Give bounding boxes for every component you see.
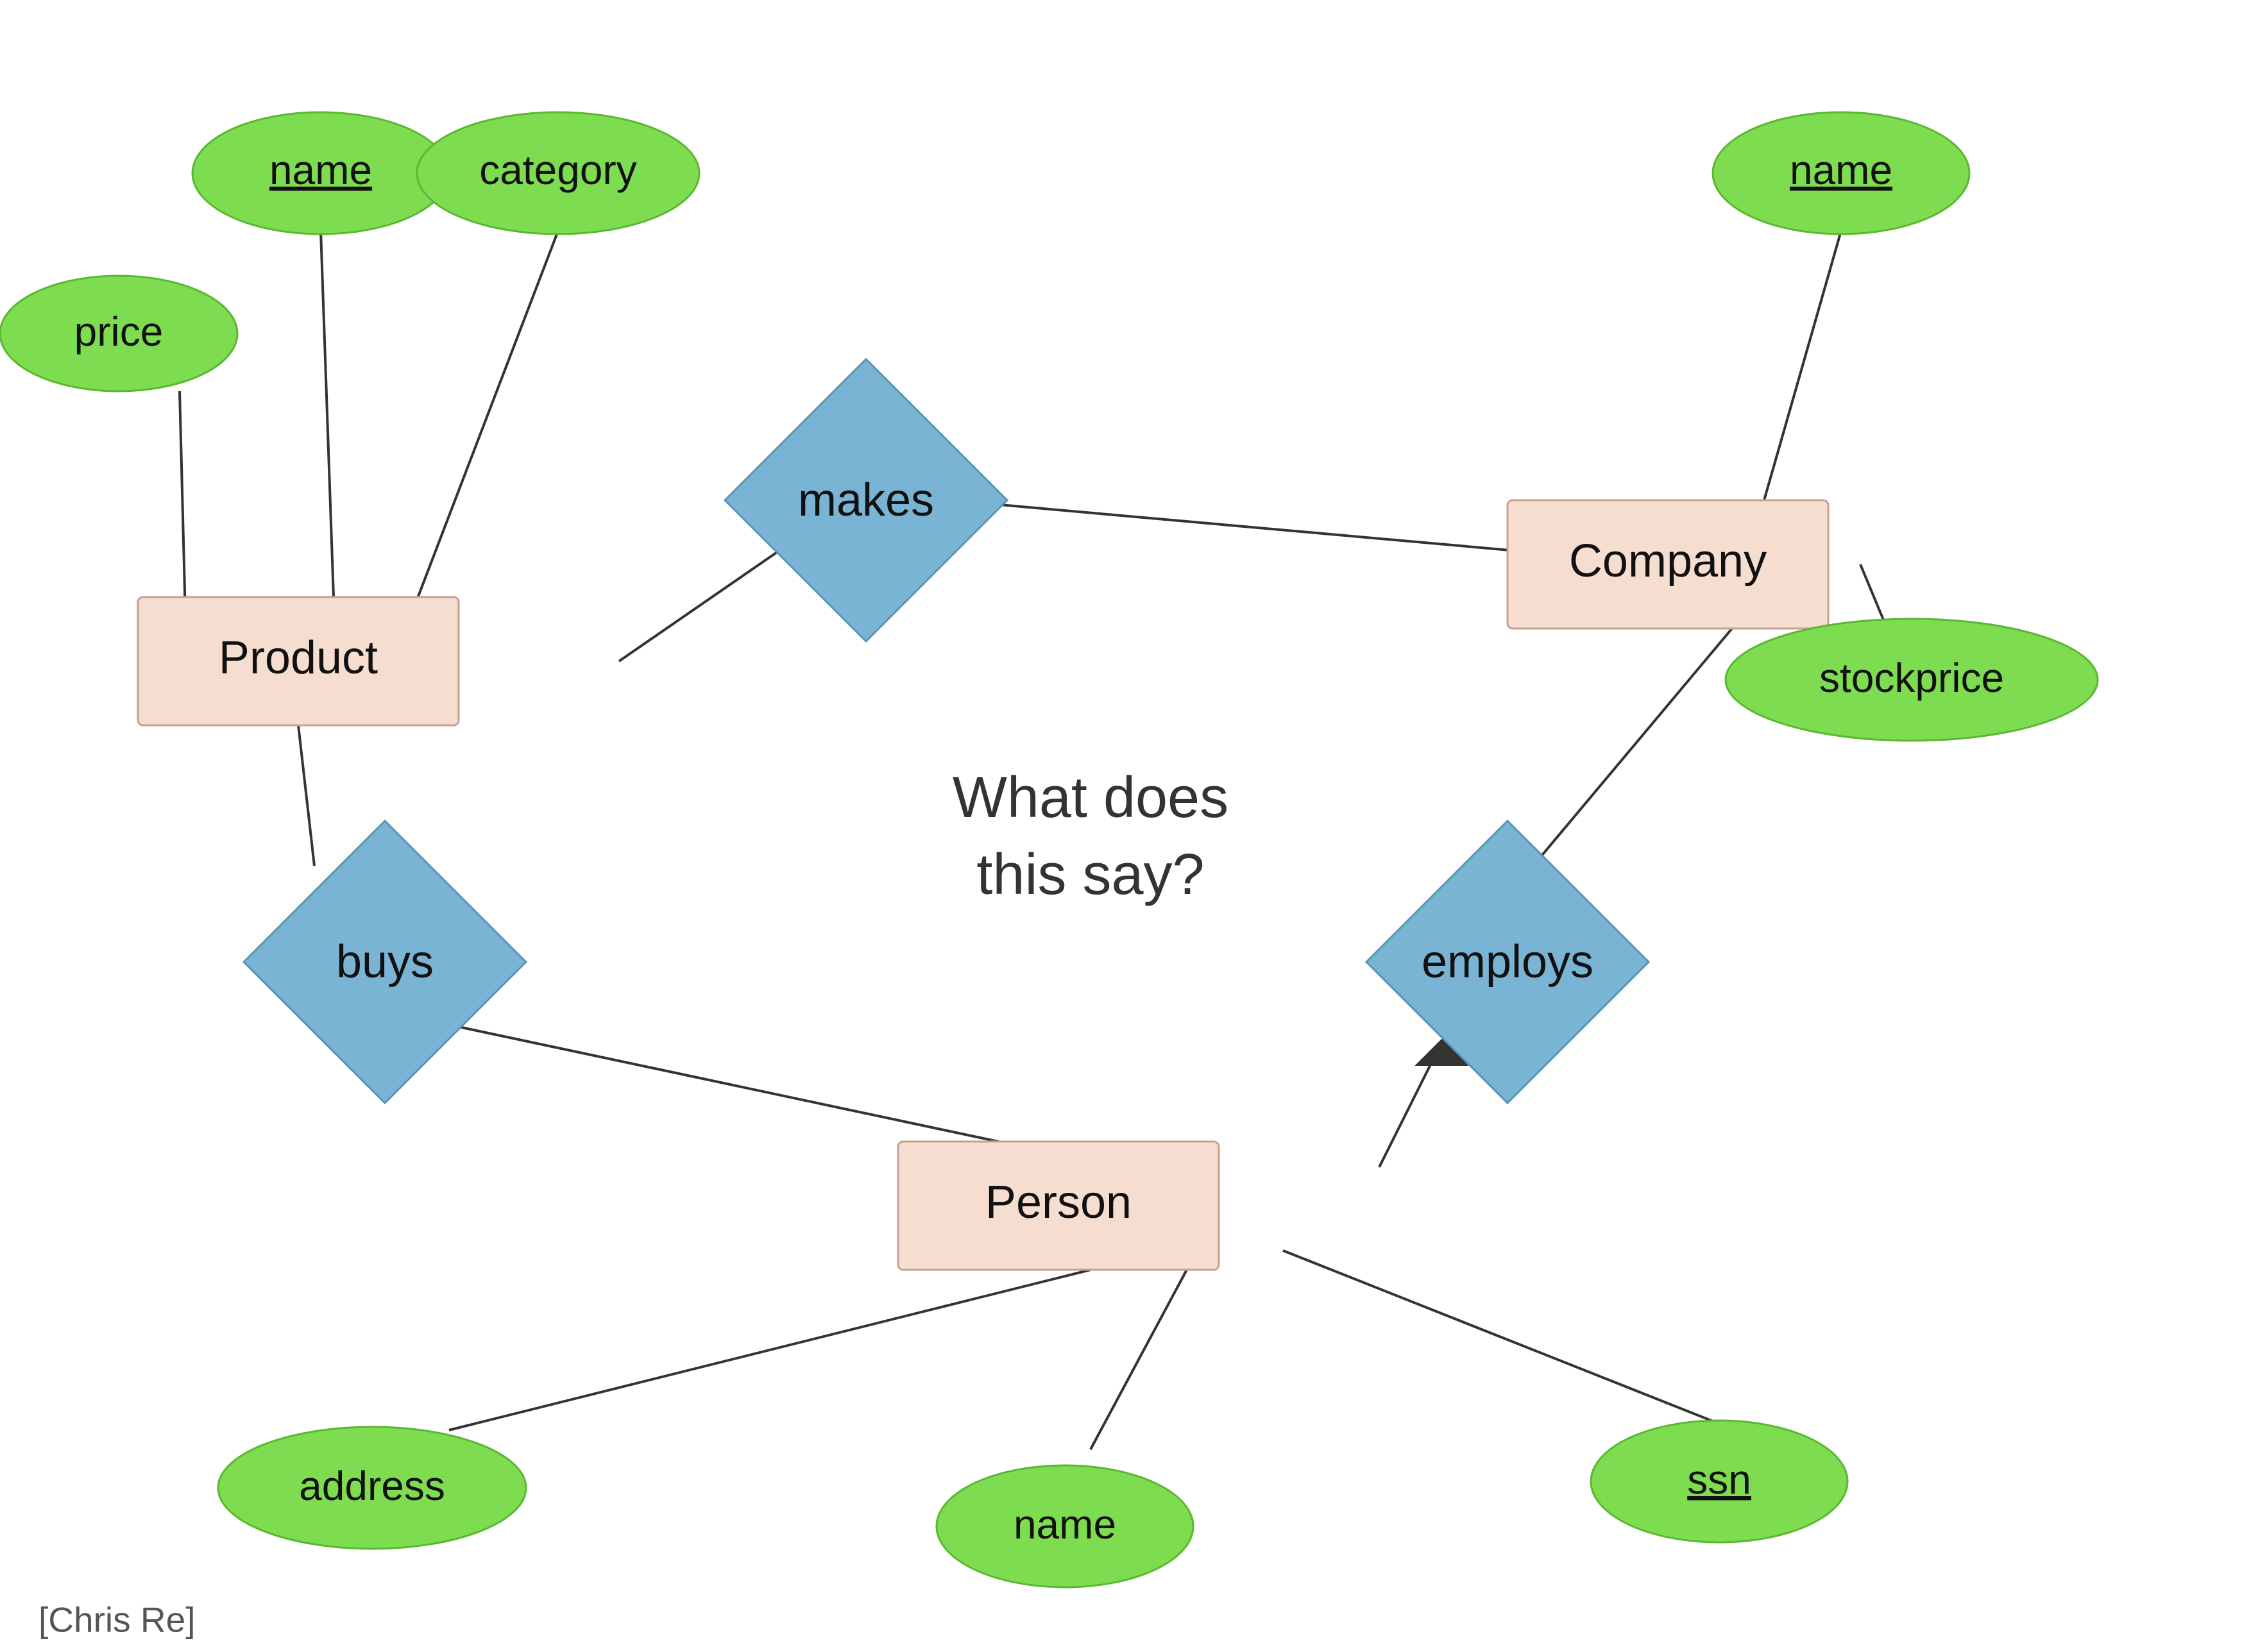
attr-product-price-label: price [74, 308, 164, 355]
entity-person-label: Person [985, 1177, 1132, 1228]
connector-product-category [417, 231, 558, 600]
connector-company-name [1764, 231, 1841, 500]
connector-product-name [321, 231, 334, 597]
connector-product-makes [619, 548, 783, 661]
connector-product-buys [298, 725, 314, 866]
question-line2: this say? [976, 843, 1204, 907]
credit-label: [Chris Re] [38, 1600, 196, 1640]
attr-product-name-label: name [269, 147, 372, 193]
attr-company-name-label: name [1790, 147, 1892, 193]
attr-person-ssn-label: ssn [1687, 1456, 1751, 1503]
attr-product-category-label: category [479, 147, 636, 193]
attr-company-stockprice-label: stockprice [1819, 655, 2004, 701]
connector-buys-person [455, 1026, 1058, 1154]
relation-employs-label: employs [1422, 936, 1593, 988]
connector-person-ssn [1283, 1251, 1719, 1424]
entity-product-label: Product [219, 632, 378, 684]
question-line1: What does [953, 766, 1228, 830]
attr-person-name-label: name [1014, 1501, 1116, 1547]
connector-employs-company [1533, 628, 1732, 866]
connector-person-address [449, 1270, 1091, 1430]
connector-person-name2 [1091, 1270, 1187, 1449]
entity-company-label: Company [1569, 535, 1767, 587]
attr-person-address-label: address [299, 1463, 445, 1509]
relation-makes-label: makes [798, 475, 934, 526]
relation-buys-label: buys [336, 936, 434, 988]
er-diagram: Product Company Person makes buys employ… [0, 0, 2251, 1652]
